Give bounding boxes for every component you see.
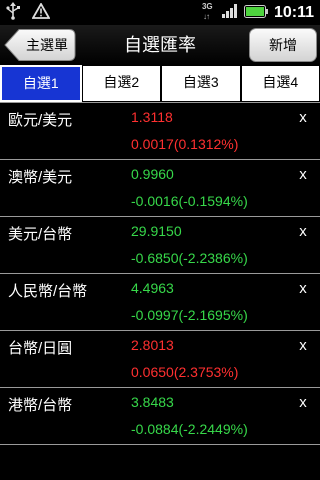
delete-button[interactable]: x (296, 109, 310, 127)
delete-button[interactable]: x (296, 280, 310, 298)
network-label: 3G (201, 1, 213, 11)
delete-button[interactable]: x (296, 394, 310, 412)
delete-button[interactable]: x (296, 166, 310, 184)
rate-price: 3.8483 (131, 394, 174, 410)
back-button-label: 主選單 (26, 37, 68, 53)
status-time: 10:11 (273, 3, 314, 21)
tab-watchlist-1[interactable]: 自選1 (0, 65, 82, 102)
title-bar: 主選單 自選匯率 新增 (0, 25, 320, 65)
rate-change: -0.6850(-2.2386%) (131, 250, 248, 266)
rate-price: 2.8013 (131, 337, 174, 353)
rate-list: 歐元/美元 1.3118 0.0017(0.1312%) x 澳幣/美元 0.9… (0, 102, 320, 445)
signal-icon (221, 3, 238, 22)
tab-watchlist-3[interactable]: 自選3 (161, 65, 241, 102)
rate-price: 1.3118 (131, 109, 173, 125)
rate-row[interactable]: 人民幣/台幣 4.4963 -0.0997(-2.1695%) x (0, 273, 320, 330)
currency-pair: 澳幣/美元 (8, 169, 73, 186)
watchlist-tabs: 自選1 自選2 自選3 自選4 (0, 65, 320, 102)
warning-icon (31, 1, 51, 23)
rate-row[interactable]: 澳幣/美元 0.9960 -0.0016(-0.1594%) x (0, 159, 320, 216)
battery-icon (243, 3, 268, 22)
rate-change: 0.0017(0.1312%) (131, 136, 239, 152)
rate-change: -0.0997(-2.1695%) (131, 307, 248, 323)
list-divider (0, 444, 320, 445)
page-title: 自選匯率 (124, 35, 196, 55)
delete-button[interactable]: x (296, 223, 310, 241)
rate-row[interactable]: 港幣/台幣 3.8483 -0.0884(-2.2449%) x (0, 387, 320, 444)
tab-watchlist-2[interactable]: 自選2 (81, 65, 161, 102)
status-bar: 3G ↓↑ 10:11 (0, 0, 320, 25)
currency-pair: 歐元/美元 (8, 112, 73, 129)
rate-row[interactable]: 台幣/日圓 2.8013 0.0650(2.3753%) x (0, 330, 320, 387)
currency-pair: 人民幣/台幣 (8, 283, 88, 300)
rate-change: 0.0650(2.3753%) (131, 364, 239, 380)
usb-icon (6, 1, 20, 24)
network-3g-icon: 3G ↓↑ (201, 1, 213, 21)
rate-row[interactable]: 歐元/美元 1.3118 0.0017(0.1312%) x (0, 102, 320, 159)
add-button[interactable]: 新增 (249, 28, 317, 62)
delete-button[interactable]: x (296, 337, 310, 355)
rate-price: 29.9150 (131, 223, 182, 239)
rate-change: -0.0016(-0.1594%) (131, 193, 248, 209)
tab-watchlist-4[interactable]: 自選4 (240, 65, 320, 102)
back-button[interactable]: 主選單 (4, 28, 76, 62)
rate-change: -0.0884(-2.2449%) (131, 421, 248, 437)
rate-price: 0.9960 (131, 166, 174, 182)
currency-pair: 美元/台幣 (8, 226, 73, 243)
rate-row[interactable]: 美元/台幣 29.9150 -0.6850(-2.2386%) x (0, 216, 320, 273)
currency-pair: 台幣/日圓 (8, 340, 73, 357)
rate-price: 4.4963 (131, 280, 174, 296)
currency-pair: 港幣/台幣 (8, 397, 73, 414)
